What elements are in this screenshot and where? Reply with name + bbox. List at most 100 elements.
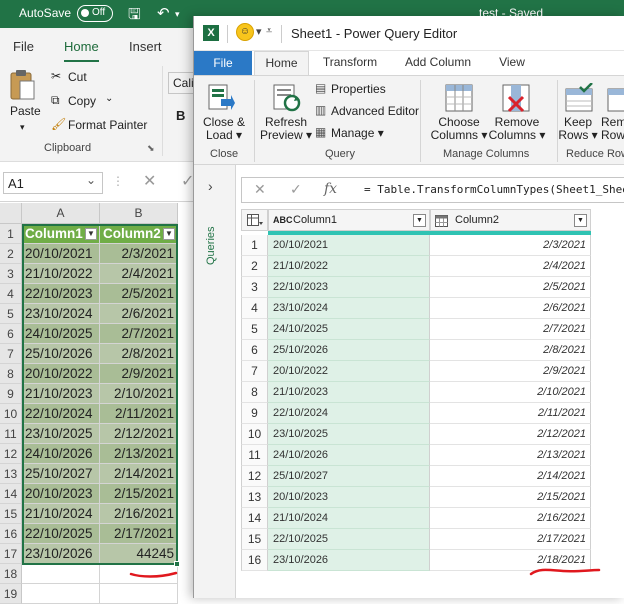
autosave-toggle[interactable]: Off <box>77 5 113 22</box>
select-all-corner[interactable] <box>0 203 22 224</box>
formula-text[interactable]: = Table.TransformColumnTypes(Sheet1_Shee <box>364 183 624 196</box>
close-load-button[interactable]: Close & Load ▾ <box>200 116 248 142</box>
column-header-column1[interactable]: ABC Column1 ▼ <box>268 209 430 231</box>
pq-cell-column2[interactable]: 2/4/2021 <box>430 256 591 277</box>
pq-cell-column1[interactable]: 25/10/2026 <box>268 340 430 361</box>
manage-button[interactable]: Manage ▾ <box>331 126 384 140</box>
pq-row-number[interactable]: 4 <box>241 298 268 319</box>
pq-cell-column2[interactable]: 2/8/2021 <box>430 340 591 361</box>
pq-row-number[interactable]: 11 <box>241 445 268 466</box>
qat-customize-icon[interactable]: ⩡ <box>266 25 272 38</box>
pq-row-number[interactable]: 14 <box>241 508 268 529</box>
row-header[interactable]: 4 <box>0 284 22 304</box>
advanced-editor-button[interactable]: Advanced Editor <box>331 104 419 118</box>
pq-row-number[interactable]: 3 <box>241 277 268 298</box>
tab-file[interactable]: File <box>13 39 34 54</box>
sheet-cell[interactable] <box>22 584 100 604</box>
column2-filter-dropdown[interactable]: ▼ <box>574 214 587 227</box>
pq-cell-column1[interactable]: 23/10/2025 <box>268 424 430 445</box>
pq-cell-column1[interactable]: 24/10/2026 <box>268 445 430 466</box>
pq-cell-column1[interactable]: 21/10/2024 <box>268 508 430 529</box>
copy-dropdown-icon[interactable]: ⌄ <box>105 93 113 104</box>
smiley-dropdown-icon[interactable]: ▾ <box>256 25 262 38</box>
save-icon[interactable]: 🖫 <box>128 4 141 29</box>
column-header-a[interactable]: A <box>22 203 100 224</box>
pq-cell-column2[interactable]: 2/14/2021 <box>430 466 591 487</box>
pq-row-number[interactable]: 5 <box>241 319 268 340</box>
pq-row-number[interactable]: 6 <box>241 340 268 361</box>
pq-cell-column1[interactable]: 22/10/2025 <box>268 529 430 550</box>
format-painter-button[interactable]: Format Painter <box>68 118 147 132</box>
pq-row-number[interactable]: 13 <box>241 487 268 508</box>
undo-icon[interactable]: ↶ <box>157 4 170 22</box>
column1-filter-dropdown[interactable]: ▼ <box>413 214 426 227</box>
pq-cell-column1[interactable]: 23/10/2026 <box>268 550 430 571</box>
row-header[interactable]: 3 <box>0 264 22 284</box>
pq-row-number[interactable]: 1 <box>241 235 268 256</box>
pq-row-number[interactable]: 10 <box>241 424 268 445</box>
row-header[interactable]: 1 <box>0 224 22 244</box>
tab-home[interactable]: Home <box>254 51 309 75</box>
pq-row-number[interactable]: 8 <box>241 382 268 403</box>
row-header[interactable]: 10 <box>0 404 22 424</box>
row-header[interactable]: 6 <box>0 324 22 344</box>
row-header[interactable]: 7 <box>0 344 22 364</box>
undo-dropdown-icon[interactable]: ▾ <box>175 9 180 20</box>
expand-queries-icon[interactable]: › <box>208 178 213 194</box>
row-header[interactable]: 8 <box>0 364 22 384</box>
dialog-launcher-icon[interactable]: ⬊ <box>147 143 155 154</box>
paste-icon[interactable] <box>10 69 36 101</box>
pq-cell-column1[interactable]: 24/10/2025 <box>268 319 430 340</box>
paste-dropdown-icon[interactable]: ▾ <box>20 122 25 133</box>
row-header[interactable]: 18 <box>0 564 22 584</box>
pq-cell-column1[interactable]: 25/10/2027 <box>268 466 430 487</box>
cut-button[interactable]: Cut <box>68 70 87 84</box>
pq-cell-column2[interactable]: 2/17/2021 <box>430 529 591 550</box>
column-header-b[interactable]: B <box>100 203 178 224</box>
pq-cell-column2[interactable]: 2/13/2021 <box>430 445 591 466</box>
copy-button[interactable]: Copy <box>68 94 96 108</box>
pq-cell-column1[interactable]: 22/10/2024 <box>268 403 430 424</box>
column-header-column2[interactable]: Column2 ▼ <box>430 209 591 231</box>
formula-cancel-icon[interactable]: ✕ <box>254 181 266 198</box>
pq-row-number[interactable]: 16 <box>241 550 268 571</box>
remove-columns-button[interactable]: Remove Columns ▾ <box>488 116 546 142</box>
bold-button[interactable]: B <box>176 108 185 123</box>
pq-cell-column1[interactable]: 21/10/2022 <box>268 256 430 277</box>
row-header[interactable]: 14 <box>0 484 22 504</box>
pq-cell-column1[interactable]: 22/10/2023 <box>268 277 430 298</box>
name-box[interactable]: A1 <box>3 172 103 194</box>
tab-transform[interactable]: Transform <box>316 51 384 75</box>
row-header[interactable]: 15 <box>0 504 22 524</box>
row-header[interactable]: 13 <box>0 464 22 484</box>
pq-row-number[interactable]: 12 <box>241 466 268 487</box>
pq-cell-column2[interactable]: 2/5/2021 <box>430 277 591 298</box>
pq-cell-column2[interactable]: 2/7/2021 <box>430 319 591 340</box>
tab-view[interactable]: View <box>491 51 533 75</box>
properties-button[interactable]: Properties <box>331 82 386 96</box>
pq-cell-column1[interactable]: 21/10/2023 <box>268 382 430 403</box>
pq-row-number[interactable]: 9 <box>241 403 268 424</box>
row-header[interactable]: 5 <box>0 304 22 324</box>
remove-rows-button[interactable]: Rem Row <box>601 116 624 142</box>
tab-add-column[interactable]: Add Column <box>397 51 479 75</box>
row-header[interactable]: 9 <box>0 384 22 404</box>
cancel-icon[interactable]: ✕ <box>143 171 156 191</box>
pq-cell-column1[interactable]: 23/10/2024 <box>268 298 430 319</box>
row-header[interactable]: 19 <box>0 584 22 604</box>
tab-home[interactable]: Home <box>64 39 99 63</box>
row-header[interactable]: 2 <box>0 244 22 264</box>
keep-rows-button[interactable]: Keep Rows ▾ <box>558 116 598 142</box>
formula-commit-icon[interactable]: ✓ <box>290 181 302 198</box>
pq-cell-column2[interactable]: 2/15/2021 <box>430 487 591 508</box>
sheet-cell[interactable] <box>100 584 178 604</box>
table-menu-button[interactable] <box>241 209 268 231</box>
pq-cell-column1[interactable]: 20/10/2022 <box>268 361 430 382</box>
tab-file[interactable]: File <box>194 51 252 75</box>
pq-cell-column2[interactable]: 2/9/2021 <box>430 361 591 382</box>
pq-cell-column2[interactable]: 2/11/2021 <box>430 403 591 424</box>
fx-icon[interactable]: fx <box>324 181 337 197</box>
paste-button[interactable]: Paste <box>10 104 41 118</box>
pq-cell-column2[interactable]: 2/12/2021 <box>430 424 591 445</box>
queries-pane[interactable]: › Queries <box>194 165 236 598</box>
